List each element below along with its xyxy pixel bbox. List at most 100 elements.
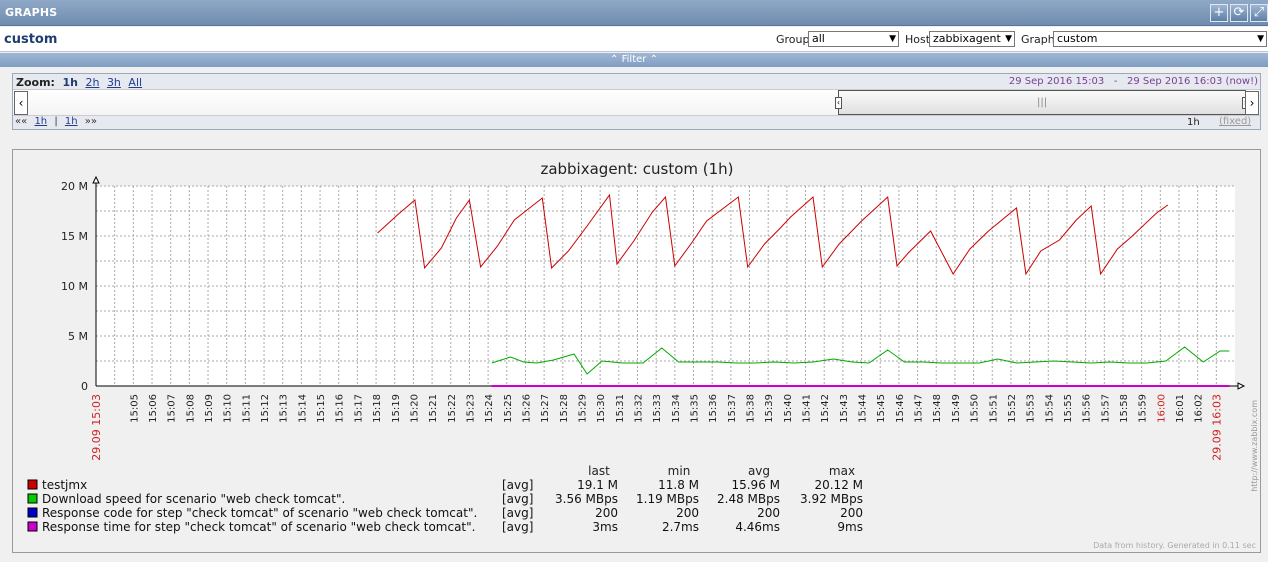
x-tick-label: 15:45: [876, 394, 887, 423]
filter-label: Filter: [621, 54, 647, 65]
x-tick-label: 15:27: [540, 394, 551, 423]
chart-title: zabbixagent: custom (1h): [540, 160, 733, 178]
host-select-value: zabbixagent: [933, 32, 1001, 45]
nav-back-all[interactable]: ««: [15, 116, 27, 127]
refresh-button[interactable]: ⟳: [1230, 4, 1248, 22]
legend-swatch: [27, 507, 38, 518]
graph-chart: zabbixagent: custom (1h) 0 5 M 10 M 15 M 20 M…: [27, 160, 1259, 550]
zoom-2h-link[interactable]: 2h: [85, 76, 99, 89]
x-tick-label: 15:57: [1100, 394, 1111, 423]
legend-swatch: [27, 479, 38, 490]
zoom-all-link[interactable]: All: [128, 76, 142, 89]
legend-item-func: [avg]: [502, 478, 533, 492]
resize-left-handle[interactable]: ‹: [835, 97, 842, 109]
x-tick-label: 15:47: [914, 394, 925, 423]
legend-item-last: 3.56 MBps: [555, 492, 618, 506]
zoom-controls: Zoom: 1h 2h 3h All: [16, 76, 142, 89]
group-select[interactable]: all ▼: [808, 31, 899, 47]
x-start-label: 29.09 15:03: [90, 394, 103, 461]
legend-item-max: 9ms: [837, 520, 863, 534]
nav-back-1h[interactable]: 1h: [34, 116, 47, 127]
zoom-panel: Zoom: 1h 2h 3h All 29 Sep 2016 15:03 - 2…: [12, 73, 1261, 130]
grip-icon: |||: [1037, 97, 1048, 108]
legend-item-avg: 200: [757, 506, 780, 520]
x-tick-label: 15:54: [1044, 394, 1055, 423]
y-tick-label: 5 M: [68, 330, 88, 343]
legend-col-header: avg: [748, 464, 770, 478]
x-tick-label: 15:05: [129, 394, 140, 423]
x-tick-label: 15:40: [783, 394, 794, 423]
x-tick-label: 15:43: [839, 394, 850, 423]
chevron-down-icon: ▼: [1005, 34, 1012, 44]
zoom-label: Zoom:: [16, 76, 55, 89]
scroll-handle[interactable]: ‹ ||| ›: [835, 90, 1249, 115]
fullscreen-button[interactable]: ⤢: [1250, 4, 1268, 22]
x-tick-label: 15:12: [260, 394, 271, 423]
x-tick-label: 15:28: [559, 394, 570, 423]
x-tick-label: 15:10: [223, 394, 234, 423]
chevron-down-icon: ▼: [889, 34, 896, 44]
x-tick-label: 15:35: [690, 394, 701, 423]
host-label: Host: [905, 33, 931, 46]
time-scrollbar[interactable]: ‹ ‹ ||| › ›: [13, 89, 1260, 116]
x-tick-label: 15:53: [1026, 394, 1037, 423]
legend-item-name: Download speed for scenario "web check t…: [42, 492, 345, 506]
nav-forward-all[interactable]: »»: [85, 116, 97, 127]
x-tick-label: 16:01: [1175, 394, 1186, 423]
x-tick-label: 15:30: [596, 394, 607, 423]
legend-col-header: last: [588, 464, 610, 478]
x-tick-label: 15:08: [185, 394, 196, 423]
x-end-label: 29.09 16:03: [1210, 394, 1223, 461]
title-row: custom Group all ▼ Host zabbixagent ▼ Gr…: [0, 27, 1268, 52]
add-to-favourites-button[interactable]: +: [1210, 4, 1228, 22]
x-tick-label: 15:19: [391, 394, 402, 423]
double-chevron-up-icon: ⌃: [610, 54, 619, 65]
x-tick-label: 15:25: [503, 394, 514, 423]
range-to: 29 Sep 2016 16:03 (now!): [1126, 76, 1258, 87]
graph-select[interactable]: custom ▼: [1053, 31, 1267, 47]
y-tick-label: 0: [81, 380, 88, 393]
graph-panel: zabbixagent: custom (1h) 0 5 M 10 M 15 M 20 M…: [12, 149, 1261, 553]
plus-icon: +: [1213, 5, 1225, 20]
x-tick-label: 15:33: [652, 394, 663, 423]
legend-item-last: 200: [595, 506, 618, 520]
x-tick-label: 15:20: [409, 394, 420, 423]
y-tick-label: 10 M: [61, 280, 88, 293]
legend-item-name: Response code for step "check tomcat" of…: [42, 506, 477, 520]
x-tick-label: 15:42: [820, 394, 831, 423]
range-from: 29 Sep 2016 15:03: [1008, 76, 1105, 87]
x-tick-label: 15:26: [521, 394, 532, 423]
x-tick-label: 15:16: [335, 394, 346, 423]
scroll-left-button[interactable]: ‹: [14, 91, 28, 115]
x-tick-label: 15:22: [447, 394, 458, 423]
legend-item-last: 19.1 M: [577, 478, 618, 492]
x-tick-label: 15:07: [167, 394, 178, 423]
legend-item-last: 3ms: [592, 520, 618, 534]
x-tick-label: 15:50: [970, 394, 981, 423]
x-tick-label: 15:39: [764, 394, 775, 423]
filter-toggle[interactable]: ⌃ Filter ⌃: [0, 53, 1268, 67]
group-select-value: all: [812, 32, 825, 45]
fixed-toggle[interactable]: (fixed): [1219, 116, 1251, 127]
zoom-time-range: 29 Sep 2016 15:03 - 29 Sep 2016 16:03 (n…: [1009, 76, 1258, 87]
x-tick-label: 15:52: [1007, 394, 1018, 423]
zoom-1h-link[interactable]: 1h: [62, 76, 78, 89]
legend-item-min: 2.7ms: [662, 520, 699, 534]
x-tick-label: 15:13: [279, 394, 290, 423]
x-tick-label: 15:38: [746, 394, 757, 423]
x-tick-label: 15:15: [316, 394, 327, 423]
nav-forward-1h[interactable]: 1h: [65, 116, 78, 127]
period-nav: «« 1h | 1h »»: [15, 116, 101, 127]
x-tick-label: 15:48: [932, 394, 943, 423]
graph-footer: Data from history. Generated in 0.11 sec: [1093, 541, 1256, 550]
x-tick-label: 15:36: [708, 394, 719, 423]
x-tick-label: 15:37: [727, 394, 738, 423]
scroll-right-button[interactable]: ›: [1245, 91, 1259, 115]
host-select[interactable]: zabbixagent ▼: [929, 31, 1015, 47]
x-tick-label: 15:55: [1063, 394, 1074, 423]
zoom-3h-link[interactable]: 3h: [107, 76, 121, 89]
period-value: 1h: [1187, 117, 1200, 128]
header-title: GRAPHS: [5, 6, 58, 19]
header-bar: GRAPHS + ⟳ ⤢: [0, 0, 1268, 26]
x-tick-label: 15:14: [297, 394, 308, 423]
